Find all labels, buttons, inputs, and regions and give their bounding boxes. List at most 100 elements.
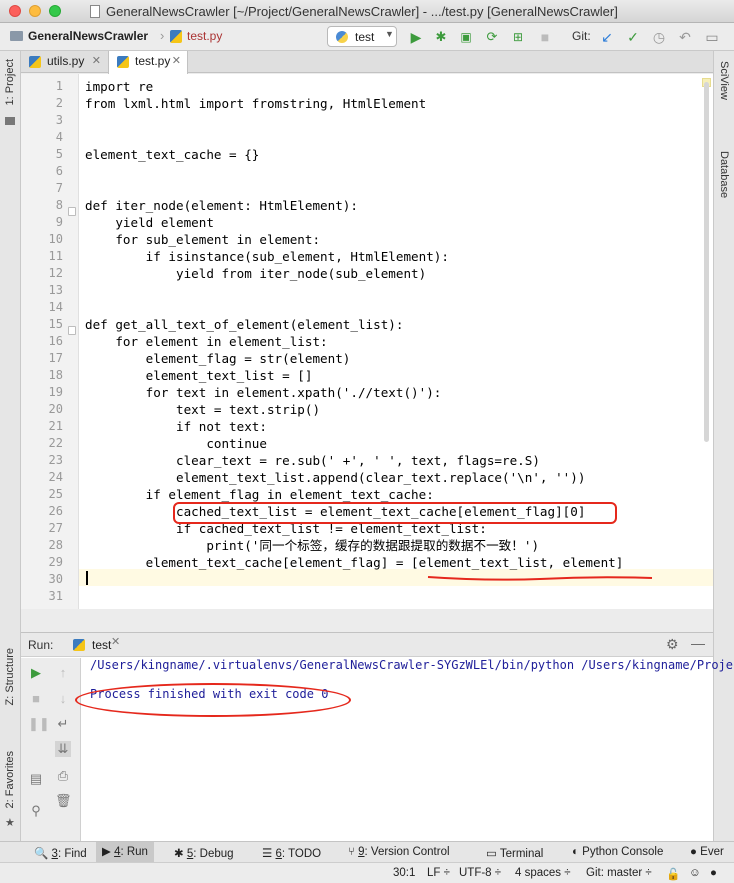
debug-icon: ✱ (174, 848, 184, 860)
line-number: 5 (55, 147, 63, 161)
code-line: element_flag = str(element) (85, 351, 351, 366)
file-encoding[interactable]: UTF-8 ÷ (459, 867, 501, 879)
fold-marker-icon[interactable] (68, 207, 76, 216)
favorites-tool-button[interactable]: 2: Favorites (4, 751, 16, 808)
database-tool-button[interactable]: Database (718, 151, 730, 198)
debug-tool-button[interactable]: ✱ 5: Debug (174, 846, 234, 860)
commit-icon[interactable]: ✓ (624, 28, 642, 46)
profile-icon[interactable]: ⟳ (483, 28, 501, 46)
run-icon[interactable]: ▶ (407, 28, 425, 46)
run-with-coverage-icon[interactable]: ▣ (457, 28, 475, 46)
debug-icon[interactable]: ✱ (432, 28, 450, 46)
caret-position[interactable]: 30:1 (393, 867, 415, 879)
python-console-icon: ◐ (572, 846, 579, 858)
line-number: 8 (55, 198, 63, 212)
pause-icon[interactable]: ❚❚ (28, 716, 50, 732)
layout-icon[interactable]: ▤ (28, 771, 44, 787)
lock-icon[interactable]: 🔓 (666, 867, 680, 881)
close-run-tab-icon[interactable]: ✕ (111, 635, 120, 648)
line-number: 6 (55, 164, 63, 178)
terminal-icon: ▭ (486, 848, 497, 860)
scroll-to-end-icon[interactable]: ⇊ (55, 741, 71, 757)
annotation-underline (427, 576, 653, 581)
code-line: yield from iter_node(sub_element) (85, 266, 427, 281)
line-number: 12 (48, 266, 63, 280)
python-icon (336, 31, 348, 43)
project-folder-icon (5, 117, 15, 125)
status-bar: 30:1 LF ÷ UTF-8 ÷ 4 spaces ÷ Git: master… (0, 862, 734, 883)
line-number: 4 (55, 130, 63, 144)
event-log-tool-button[interactable]: ● Ever (690, 846, 724, 858)
line-number: 13 (48, 283, 63, 297)
version-control-tool-button[interactable]: ⑂ 9: Version Control (348, 846, 450, 858)
python-file-icon (117, 56, 129, 68)
line-number: 15 (48, 317, 63, 331)
down-arrow-icon[interactable]: ↓ (55, 691, 71, 707)
run-tool-button[interactable]: ▶ 4: Run (96, 842, 154, 862)
find-icon: 🔍 (34, 848, 49, 860)
inspector-icon[interactable]: ☺ (689, 867, 701, 879)
breadcrumb-project[interactable]: GeneralNewsCrawler (28, 29, 148, 43)
update-project-icon[interactable]: ↙ (598, 28, 616, 46)
code-line: for text in element.xpath('.//text()'): (85, 385, 442, 400)
editor-scrollbar[interactable] (704, 82, 709, 442)
run-configuration-label: test (355, 30, 375, 44)
text-caret (86, 571, 88, 585)
close-window-button[interactable] (9, 5, 21, 17)
trash-icon[interactable]: 🗑 (55, 793, 72, 809)
zoom-window-button[interactable] (49, 5, 61, 17)
sciview-tool-button[interactable]: SciView (718, 61, 730, 100)
soft-wrap-icon[interactable]: ↵ (55, 716, 71, 732)
chevron-down-icon: ▼ (385, 29, 394, 39)
line-number: 10 (48, 232, 63, 246)
structure-tool-button[interactable]: Z: Structure (4, 648, 16, 705)
project-tool-button[interactable]: 1: Project (4, 59, 16, 105)
annotation-oval (75, 683, 351, 717)
tool-window-bar: 🔍 3: Find ▶ 4: Run ✱ 5: Debug ☰ 6: TODO … (0, 841, 734, 862)
breadcrumb-separator-icon: › (160, 28, 165, 43)
code-line: element_text_cache[element_flag] = [elem… (85, 555, 624, 570)
code-line: element_text_list = [] (85, 368, 313, 383)
print-icon[interactable]: ⎙ (55, 768, 71, 784)
hide-icon[interactable]: — (691, 635, 705, 651)
tab-utils-py[interactable]: utils.py ✕ (21, 51, 107, 73)
git-branch[interactable]: Git: master ÷ (586, 867, 652, 879)
code-line: element_text_list.append(clear_text.repl… (85, 470, 586, 485)
revert-icon[interactable]: ↶ (676, 28, 694, 46)
minimize-window-button[interactable] (29, 5, 41, 17)
python-icon (73, 639, 85, 651)
indent-setting[interactable]: 4 spaces ÷ (515, 867, 571, 879)
code-line: from lxml.html import fromstring, HtmlEl… (85, 96, 427, 111)
python-file-icon (29, 56, 41, 68)
line-number: 17 (48, 351, 63, 365)
history-icon[interactable]: ◷ (650, 28, 668, 46)
pin-icon[interactable]: ⚲ (28, 803, 44, 819)
document-icon (90, 5, 100, 18)
line-separator[interactable]: LF ÷ (427, 867, 450, 879)
run-label: Run: (28, 638, 54, 652)
python-console-tool-button[interactable]: ◐ Python Console (572, 846, 663, 858)
tab-test-py[interactable]: test.py ✕ (108, 51, 188, 74)
code-line: if isinstance(sub_element, HtmlElement): (85, 249, 449, 264)
find-tool-button[interactable]: 🔍 3: Find (34, 846, 87, 860)
code-editor[interactable]: 1 import re 2 from lxml.html import fromstr… (21, 74, 713, 609)
line-number: 23 (48, 453, 63, 467)
terminal-tool-button[interactable]: ▭ Terminal (486, 846, 543, 860)
code-line: if element_flag in element_text_cache: (85, 487, 434, 502)
concurrency-icon[interactable]: ⊞ (509, 28, 527, 46)
up-arrow-icon[interactable]: ↑ (55, 665, 71, 681)
gear-icon[interactable]: ⚙ (666, 636, 679, 653)
todo-tool-button[interactable]: ☰ 6: TODO (262, 846, 321, 860)
rerun-icon[interactable]: ▶ (28, 665, 44, 681)
layout-icon[interactable]: ▭ (703, 28, 721, 46)
fold-marker-icon[interactable] (68, 326, 76, 335)
run-tab[interactable]: test (92, 638, 111, 652)
event-icon[interactable]: ● (710, 867, 717, 879)
stop-icon[interactable]: ■ (28, 691, 44, 707)
code-line: print('同一个标签，缓存的数据跟提取的数据不一致！') (85, 538, 540, 553)
close-tab-icon[interactable]: ✕ (92, 51, 101, 72)
close-tab-icon[interactable]: ✕ (172, 51, 181, 72)
run-configuration-select[interactable]: test ▼ (327, 26, 397, 47)
stop-icon[interactable]: ■ (536, 28, 554, 46)
breadcrumb-file[interactable]: test.py (187, 29, 222, 43)
